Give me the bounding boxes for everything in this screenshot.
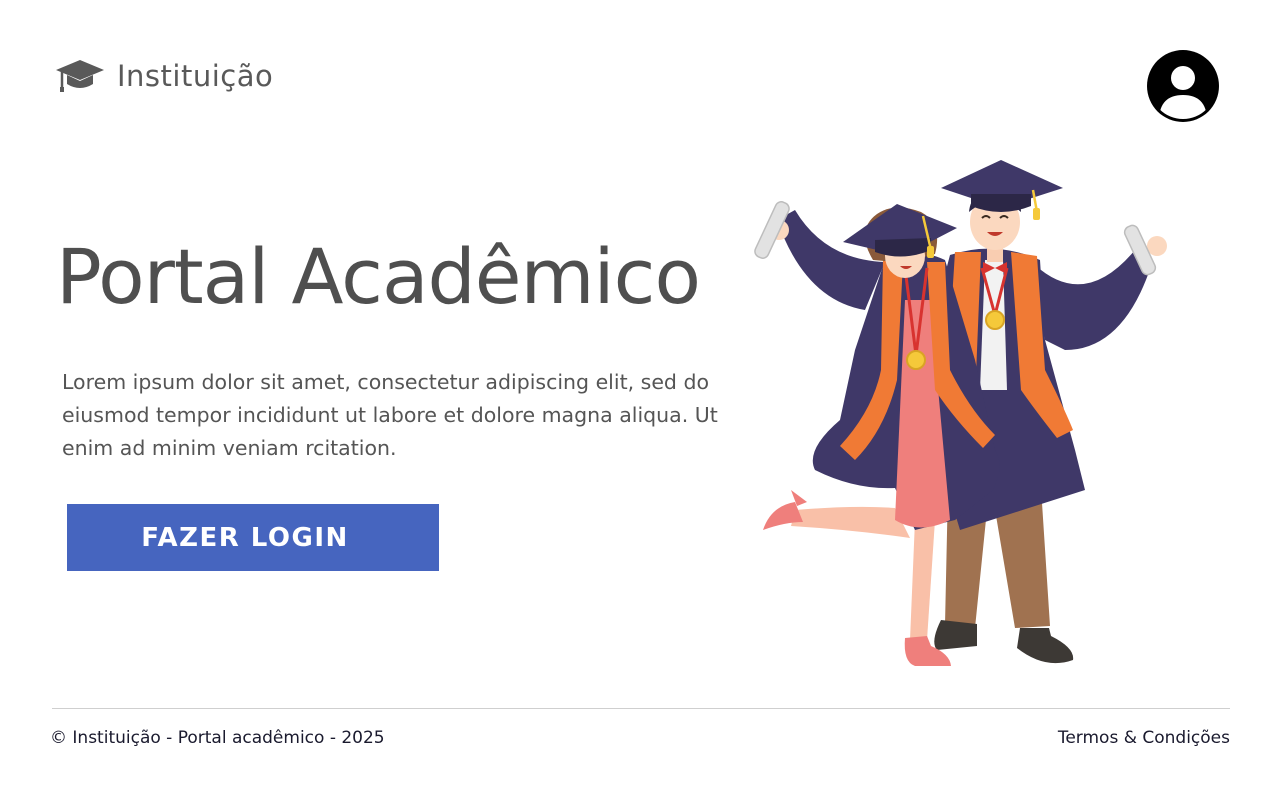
graduates-illustration [745, 150, 1195, 680]
landing-page: Instituição Portal Acadêmico Lorem ipsum… [0, 0, 1280, 800]
page-title: Portal Acadêmico [56, 232, 701, 321]
graduation-cap-icon [56, 60, 104, 92]
login-button[interactable]: FAZER LOGIN [67, 504, 439, 571]
brand[interactable]: Instituição [55, 58, 273, 94]
page-description: Lorem ipsum dolor sit amet, consectetur … [62, 370, 718, 460]
footer-divider [52, 708, 1230, 709]
brand-name: Instituição [117, 59, 274, 93]
user-avatar-button[interactable] [1146, 49, 1220, 123]
graduates-celebrating-illustration [754, 160, 1167, 666]
terms-link[interactable]: Termos & Condições [1058, 728, 1230, 748]
user-avatar-icon [1147, 50, 1219, 122]
footer-copyright: © Instituição - Portal acadêmico - 2025 [50, 728, 385, 748]
